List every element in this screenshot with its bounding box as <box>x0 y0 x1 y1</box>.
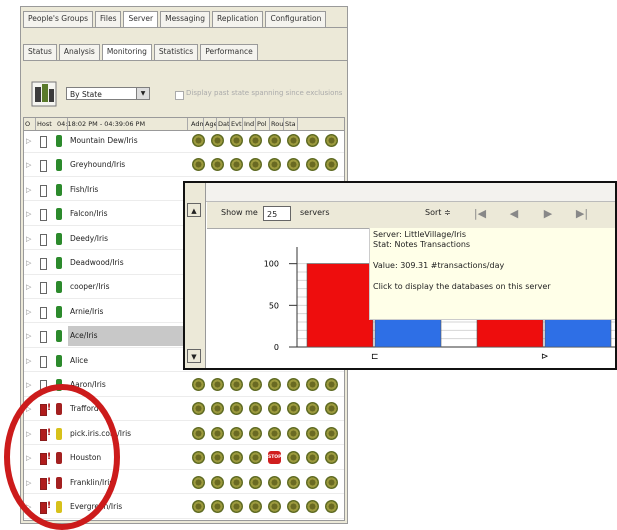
annotation-ellipse <box>4 384 120 530</box>
annotation-ring <box>4 384 120 530</box>
